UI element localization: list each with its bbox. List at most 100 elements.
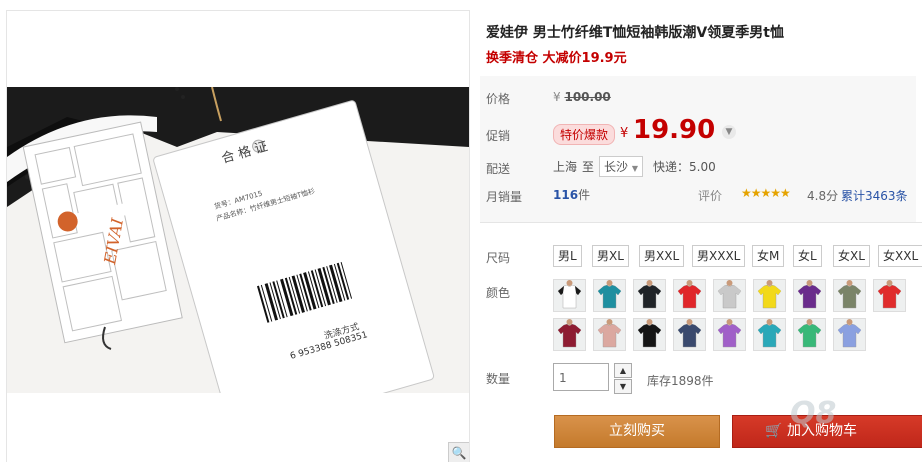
product-info: 爱娃伊 男士竹纤维T恤短袖韩版潮V领夏季男t恤 换季清仓 大减价19.9元 价格…	[480, 0, 922, 461]
model-head	[566, 319, 573, 325]
color-swatch[interactable]	[673, 279, 706, 312]
model-head	[726, 280, 733, 286]
product-photo[interactable]: EIVAI 合 格 证 货号：AM7015 产品名称：竹纤维男士短袖T恤衫 6 …	[7, 87, 469, 393]
model-head	[606, 319, 613, 325]
model-head	[766, 319, 773, 325]
add-to-cart-label: 加入购物车	[787, 423, 857, 439]
tshirt-thumbnail	[594, 319, 625, 350]
tshirt-thumbnail	[634, 280, 665, 311]
size-option[interactable]: 女M	[752, 245, 785, 267]
model-head	[886, 280, 893, 286]
size-option[interactable]: 女XL	[833, 245, 870, 267]
decrease-icon[interactable]: ▼	[614, 379, 632, 394]
color-swatch[interactable]	[793, 318, 826, 351]
tshirt-thumbnail	[634, 319, 665, 350]
original-price: ¥ 100.00	[553, 90, 611, 104]
tshirt-thumbnail	[554, 280, 585, 311]
tshirt-thumbnail	[754, 319, 785, 350]
color-swatch[interactable]	[553, 318, 586, 351]
size-label: 尺码	[486, 251, 511, 265]
monthly-sales-label: 月销量	[486, 190, 523, 204]
color-swatch[interactable]	[753, 279, 786, 312]
ship-to-word: 至	[582, 160, 595, 174]
color-swatch[interactable]	[793, 279, 826, 312]
tshirt-thumbnail	[674, 319, 705, 350]
model-head	[806, 280, 813, 286]
color-swatch[interactable]	[833, 279, 866, 312]
sales-count: 116	[553, 188, 579, 202]
quantity-label: 数量	[486, 372, 511, 386]
size-option[interactable]: 女XXL	[878, 245, 922, 267]
tshirt-thumbnail	[794, 280, 825, 311]
color-swatch[interactable]	[673, 318, 706, 351]
rating-label: 评价	[698, 189, 723, 203]
divider	[480, 222, 922, 223]
color-swatch[interactable]	[593, 318, 626, 351]
model-head	[766, 280, 773, 286]
tshirt-thumbnail	[834, 280, 865, 311]
size-option[interactable]: 女L	[793, 245, 822, 267]
product-title: 爱娃伊 男士竹纤维T恤短袖韩版潮V领夏季男t恤	[486, 25, 784, 41]
tshirt-thumbnail	[834, 319, 865, 350]
destination-select[interactable]: 长沙 ▼	[599, 156, 643, 177]
original-price-value: 100.00	[564, 90, 611, 104]
color-swatch[interactable]	[833, 318, 866, 351]
color-swatch[interactable]	[633, 318, 666, 351]
ship-from: 上海	[553, 160, 578, 174]
model-head	[846, 280, 853, 286]
tshirt-thumbnail	[594, 280, 625, 311]
review-count-link[interactable]: 累计3463条	[841, 187, 908, 204]
tshirt-thumbnail	[794, 319, 825, 350]
size-option[interactable]: 男L	[553, 245, 582, 267]
model-head	[686, 319, 693, 325]
color-swatch[interactable]	[753, 318, 786, 351]
sales-unit: 件	[578, 188, 591, 202]
tshirt-thumbnail	[714, 280, 745, 311]
rating-score: 4.8分	[807, 189, 839, 203]
chevron-down-icon[interactable]: ▼	[722, 125, 736, 139]
hot-deal-badge: 特价爆款	[553, 124, 616, 145]
color-swatch[interactable]	[713, 279, 746, 312]
chevron-down-icon: ▼	[631, 164, 638, 173]
tshirt-thumbnail	[554, 319, 585, 350]
cart-icon: 🛒	[765, 423, 783, 439]
color-swatch[interactable]	[713, 318, 746, 351]
tshirt-thumbnail	[674, 280, 705, 311]
increase-icon[interactable]: ▲	[614, 363, 632, 378]
current-price: 19.90	[633, 115, 716, 145]
promo-price-label: 促销	[486, 129, 511, 143]
tshirt-thumbnail	[714, 319, 745, 350]
color-swatch[interactable]	[873, 279, 906, 312]
color-swatch[interactable]	[593, 279, 626, 312]
rating-stars: ★★★★★	[741, 186, 791, 200]
product-gallery: EIVAI 合 格 证 货号：AM7015 产品名称：竹纤维男士短袖T恤衫 6 …	[6, 10, 470, 462]
monthly-sales: 116件	[553, 186, 590, 203]
size-option[interactable]: 男XXL	[639, 245, 685, 267]
size-option[interactable]: 男XL	[592, 245, 629, 267]
model-head	[606, 280, 613, 286]
model-head	[566, 280, 573, 286]
model-head	[726, 319, 733, 325]
color-swatch[interactable]	[553, 279, 586, 312]
color-swatch[interactable]	[633, 279, 666, 312]
currency-symbol: ¥	[553, 90, 561, 104]
destination-value: 长沙	[604, 160, 629, 174]
model-head	[646, 280, 653, 286]
color-label: 颜色	[486, 286, 511, 300]
buy-now-button[interactable]: 立刻购买	[554, 415, 720, 448]
promo-text: 换季清仓 大减价19.9元	[486, 51, 627, 66]
tshirt-thumbnail	[754, 280, 785, 311]
size-option[interactable]: 男XXXL	[692, 245, 746, 267]
model-head	[806, 319, 813, 325]
tshirt-thumbnail	[874, 280, 905, 311]
price-label: 价格	[486, 92, 511, 106]
current-currency-symbol: ¥	[620, 126, 629, 141]
magnifier-icon[interactable]: 🔍	[448, 442, 469, 462]
delivery-label: 配送	[486, 162, 511, 176]
add-to-cart-button[interactable]: 🛒 加入购物车	[732, 415, 922, 448]
model-head	[646, 319, 653, 325]
shipping-fee: 快递：5.00	[653, 160, 716, 174]
quantity-input[interactable]: 1	[553, 363, 609, 391]
model-head	[846, 319, 853, 325]
stock-count: 库存1898件	[647, 374, 714, 388]
